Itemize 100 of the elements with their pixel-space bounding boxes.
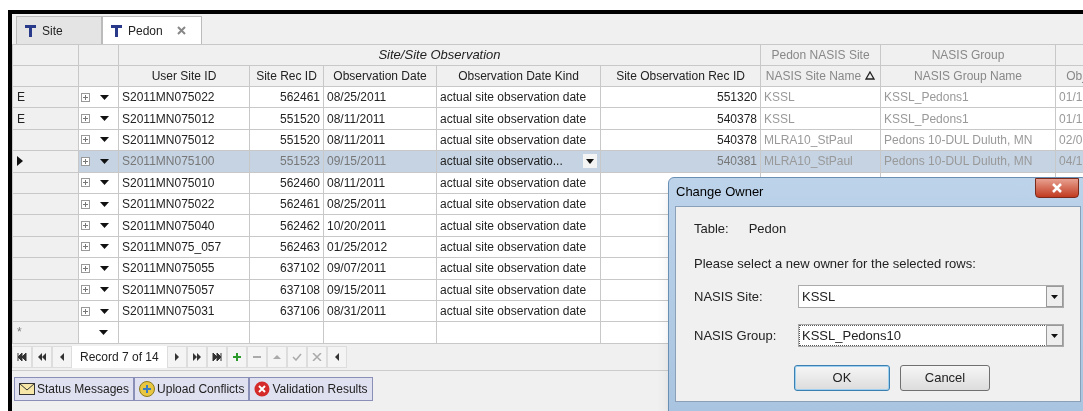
expand-icon [81, 199, 90, 209]
tab[interactable]: Pedon [102, 16, 202, 44]
table-cell-text: actual site observation date [440, 281, 588, 299]
table-cell-text: 637102 [278, 260, 320, 278]
dropdown-icon [100, 223, 109, 229]
table-cell-text: 08/11/2011 [327, 110, 387, 128]
table-cell-text: S2011MN075040 [122, 217, 216, 235]
previous-page-button[interactable] [32, 345, 52, 368]
table-cell-text: 637106 [278, 303, 320, 321]
table-cell-text: MLRA10_StPaul [764, 153, 854, 171]
dropdown-icon [100, 244, 109, 250]
last-record-icon [211, 352, 222, 361]
table-cell-text: 01/1 [1059, 110, 1083, 128]
table-cell-text: 09/15/2011 [327, 281, 388, 299]
expand-icon [81, 306, 90, 316]
dialog-button[interactable]: Cancel [900, 365, 990, 391]
dropdown-icon [100, 116, 109, 122]
next-record-button[interactable] [166, 345, 187, 368]
table-cell-text: 562461 [278, 196, 320, 214]
next-page-icon [191, 352, 202, 361]
table-cell-text: 01/1 [1059, 89, 1083, 107]
expand-icon [81, 114, 90, 124]
table-cell-text: Pedons 10-DUL Duluth, MN [884, 153, 1034, 171]
table-cell-text: KSSL [764, 89, 796, 107]
dropdown-icon [100, 158, 109, 164]
table-cell-text: S2011MN075012 [122, 110, 216, 128]
table-cell-text: 540381 [716, 153, 758, 171]
table-cell-text: 04/1 [1059, 153, 1083, 171]
expand-icon [81, 156, 90, 166]
table-cell-text: actual site observation date [440, 238, 588, 256]
table-cell-text: 08/25/2011 [327, 196, 388, 214]
first-record-button[interactable] [12, 345, 32, 368]
table-icon [25, 24, 36, 37]
table-cell-text: 551523 [278, 153, 320, 171]
previous-page-icon [37, 352, 47, 361]
dropdown-field[interactable]: KSSL_Pedons10 [798, 324, 1064, 347]
table-cell-text: 540378 [716, 131, 758, 149]
table-cell-text: MLRA10_StPaul [764, 131, 854, 149]
tab[interactable]: Site [16, 16, 102, 44]
table-cell-text: 551520 [278, 131, 320, 149]
scroll-left-button[interactable] [326, 345, 347, 368]
panel-tab[interactable]: Status Messages [14, 376, 135, 401]
sort-ascending-icon [865, 71, 876, 80]
row-marker: E [17, 111, 25, 126]
row-marker: E [17, 90, 25, 105]
close-button[interactable] [1035, 178, 1079, 198]
move-up-icon [271, 352, 282, 361]
tab-label: Pedon [128, 22, 163, 40]
window-title: Change Owner [676, 183, 764, 202]
dropdown-icon [100, 287, 109, 293]
dropdown-icon [1046, 325, 1063, 346]
current-row-icon [17, 156, 23, 167]
dropdown-icon [100, 94, 109, 100]
table-cell-text: S2011MN075031 [122, 303, 216, 321]
expand-icon [81, 242, 90, 252]
table-cell-text: S2011MN075100 [122, 153, 216, 171]
table-cell-text: 08/25/2011 [327, 89, 388, 107]
envelope-icon [19, 382, 35, 395]
panel-tab[interactable]: Validation Results [249, 376, 373, 401]
expand-icon [81, 92, 90, 102]
dropdown-icon [100, 137, 109, 143]
table-cell-text: 09/07/2011 [327, 260, 388, 278]
table-cell-text: S2011MN075022 [122, 196, 216, 214]
add-icon [231, 352, 242, 361]
table-cell-text: actual site observation date [440, 260, 588, 278]
table-cell-text: 562463 [278, 238, 320, 256]
table-cell-text: actual site observation date [440, 303, 588, 321]
expand-icon [81, 263, 90, 273]
expand-icon [81, 221, 90, 231]
dropdown-icon [99, 330, 108, 335]
dropdown-icon [1046, 286, 1063, 307]
table-cell-text: 08/11/2011 [327, 174, 387, 192]
table-cell-text: S2011MN075012 [122, 131, 216, 149]
table-cell-text: actual site observatio... [440, 153, 563, 171]
dropdown-icon [100, 180, 109, 186]
accept-icon [291, 352, 302, 361]
dropdown-icon [100, 265, 109, 271]
dropdown-field[interactable]: KSSL [798, 285, 1064, 308]
previous-record-button[interactable] [52, 345, 72, 368]
table-cell-text: 562461 [278, 89, 320, 107]
prompt-text: Please select a new owner for the selected rows: [694, 254, 977, 273]
error-icon [254, 380, 271, 397]
table-cell-text: KSSL [764, 110, 796, 128]
table-cell-text: Pedons 10-DUL Duluth, MN [884, 131, 1034, 149]
last-record-button[interactable] [206, 345, 227, 368]
panel-tab[interactable]: Upload Conflicts [134, 376, 250, 401]
table-cell-text: actual site observation date [440, 217, 588, 235]
table-cell-text: 562460 [278, 174, 320, 192]
dialog-button[interactable]: OK [794, 365, 890, 391]
table-cell-text: S2011MN075057 [122, 281, 216, 299]
next-page-button[interactable] [186, 345, 207, 368]
table-cell-text: 562462 [278, 217, 320, 235]
dropdown-icon [100, 308, 109, 314]
tab-label: Site [42, 22, 63, 40]
cancel-edit-icon [311, 352, 322, 361]
table-cell-text: 08/31/2011 [327, 303, 388, 321]
table-cell-text: actual site observation date [440, 174, 588, 192]
group-header: Site/Site Observation [118, 44, 761, 66]
table-cell-text: actual site observation date [440, 89, 588, 107]
close-icon [1052, 183, 1062, 193]
